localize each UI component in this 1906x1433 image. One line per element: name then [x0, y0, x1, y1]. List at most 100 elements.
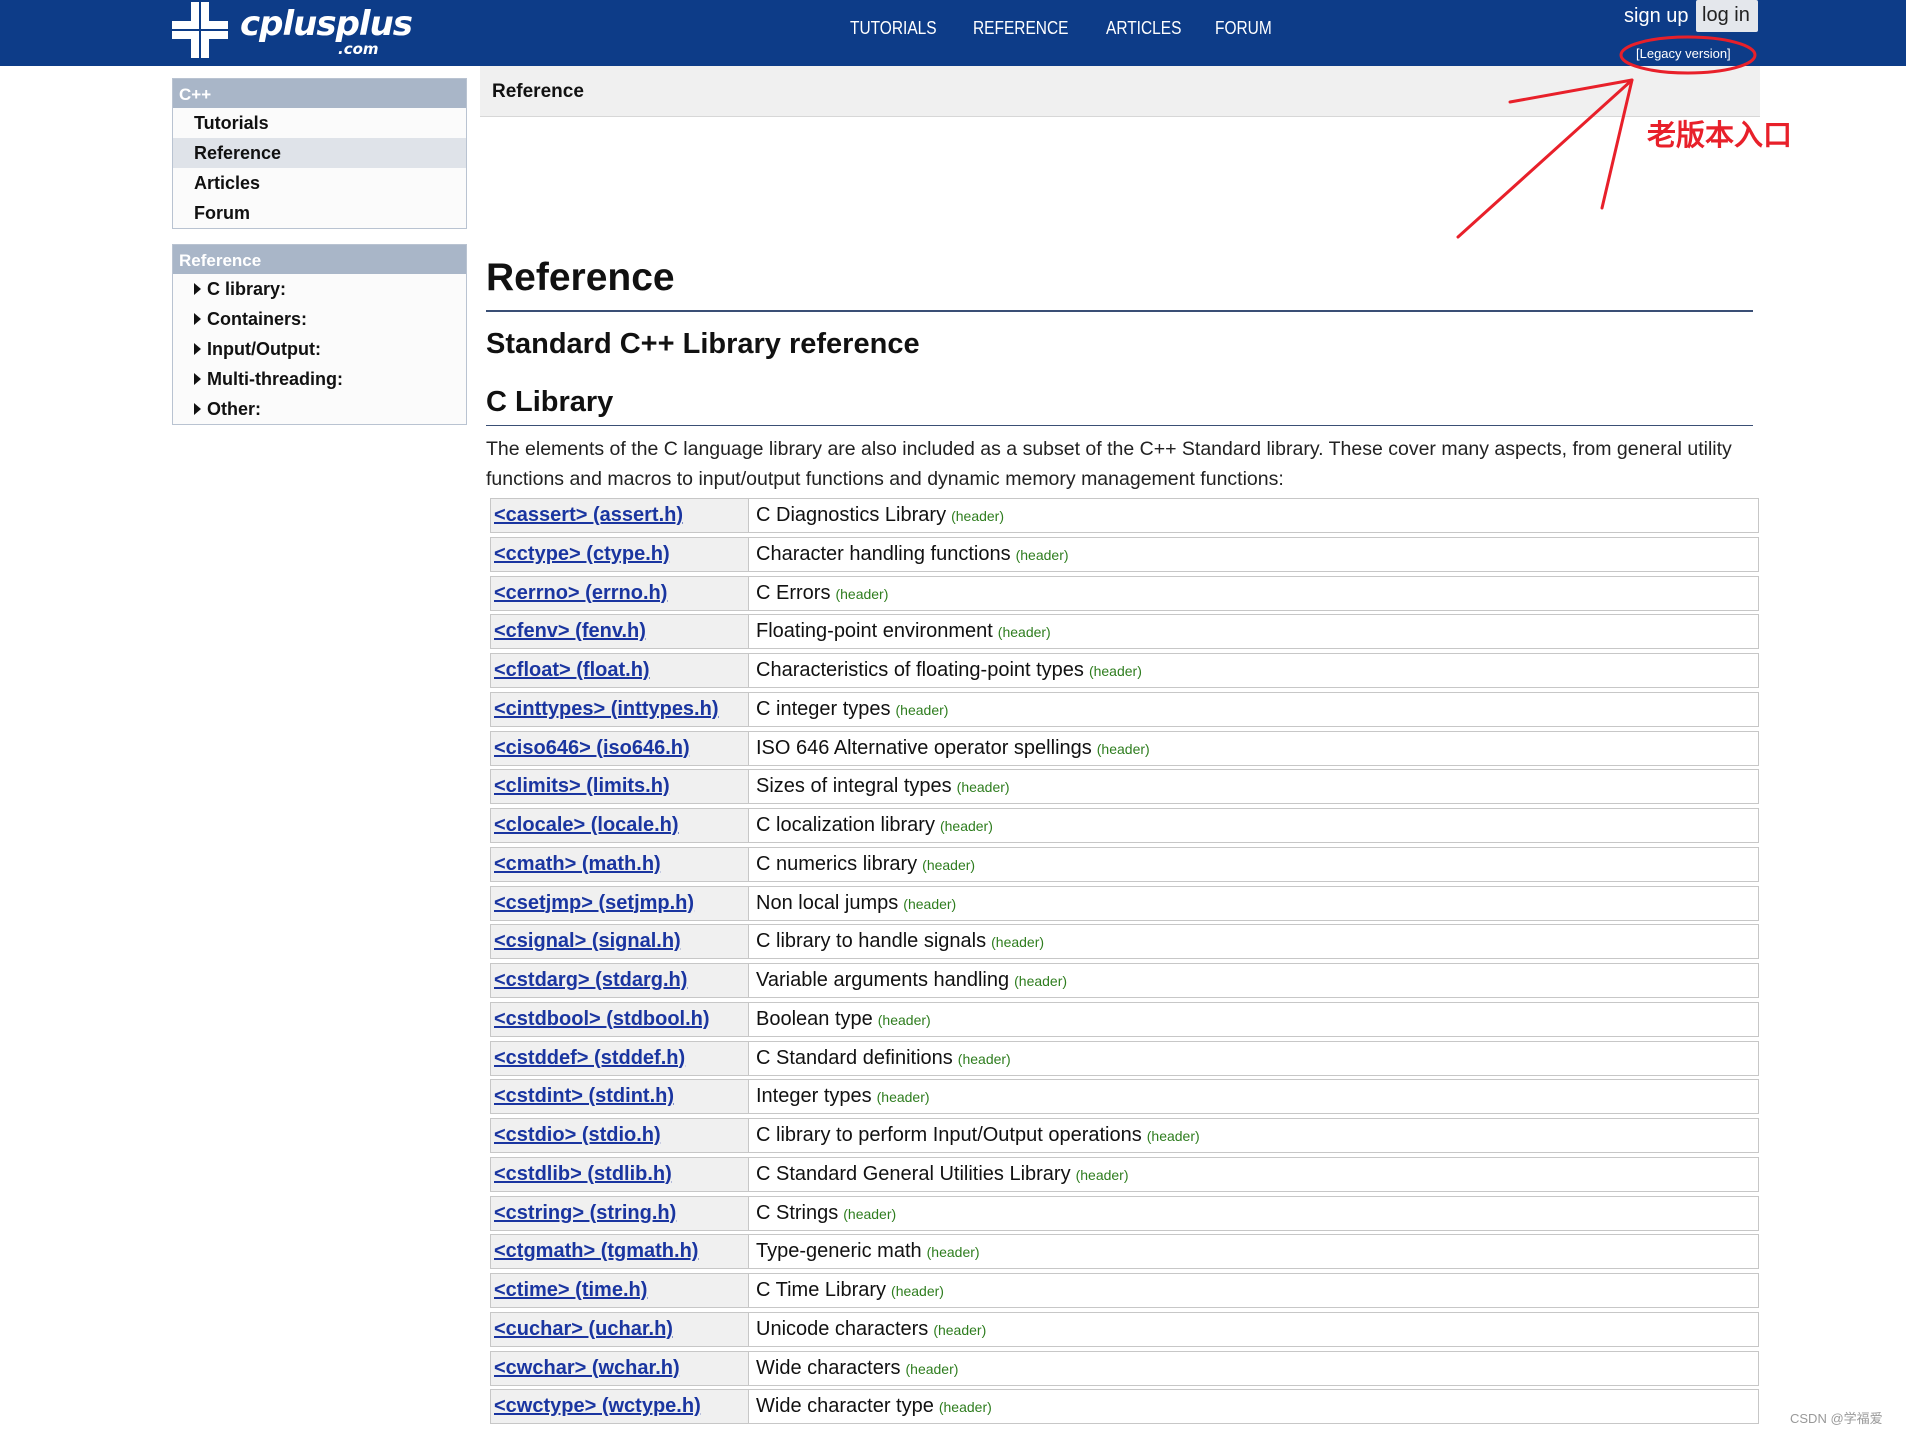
library-link[interactable]: <cstdio> (stdio.h) — [494, 1124, 661, 1146]
library-description: C Diagnostics Library — [756, 504, 947, 526]
header-tag: (header) — [905, 1360, 959, 1377]
library-link[interactable]: <climits> (limits.h) — [494, 775, 670, 797]
library-link[interactable]: <cinttypes> (inttypes.h) — [494, 698, 719, 720]
nav-forum[interactable]: FORUM — [1215, 18, 1272, 39]
library-name-cell: <cctype> (ctype.h) — [491, 537, 749, 571]
table-row: <csignal> (signal.h) C library to handle … — [490, 924, 1759, 960]
header-tag: (header) — [895, 701, 949, 718]
table-row: <cerrno> (errno.h) C Errors (header) — [490, 575, 1759, 611]
library-description: Character handling functions — [756, 542, 1011, 565]
library-description: C Strings — [756, 1201, 839, 1224]
legacy-version-link[interactable]: [Legacy version] — [1636, 46, 1731, 61]
library-description: Integer types — [756, 1085, 872, 1108]
library-name-cell: <cstdbool> (stdbool.h) — [491, 1002, 749, 1036]
section-divider — [486, 425, 1753, 426]
signup-link[interactable]: sign up — [1624, 5, 1689, 28]
header-tag: (header) — [903, 895, 957, 912]
library-description: C Standard General Utilities Library — [756, 1162, 1071, 1185]
sidebar-cat-multi-threading[interactable]: Multi-threading: — [173, 364, 466, 394]
library-description: Non local jumps — [756, 891, 899, 914]
table-row: <cfenv> (fenv.h) Floating-point environme… — [490, 614, 1759, 650]
table-row: <clocale> (locale.h) C localization libra… — [490, 808, 1759, 843]
library-name-cell: <cstdint> (stdint.h) — [491, 1080, 749, 1114]
library-description: Sizes of integral types — [756, 775, 952, 798]
top-bar: cplusplus .com TUTORIALS REFERENCE ARTIC… — [0, 0, 1906, 66]
library-link[interactable]: <cstring> (string.h) — [494, 1202, 676, 1224]
library-name-cell: <cmath> (math.h) — [491, 847, 749, 881]
table-row: <ctgmath> (tgmath.h) Type-generic math (he… — [490, 1234, 1759, 1270]
header-tag: (header) — [876, 1089, 930, 1106]
sidebar-cat-containers[interactable]: Containers: — [173, 304, 466, 334]
sidebar-item-tutorials[interactable]: Tutorials — [173, 108, 466, 138]
library-link[interactable]: <cwctype> (wctype.h) — [494, 1395, 701, 1417]
nav-tutorials[interactable]: TUTORIALS — [850, 18, 937, 39]
library-description: Wide character type — [756, 1395, 934, 1418]
library-link[interactable]: <clocale> (locale.h) — [494, 814, 679, 836]
library-description: C integer types — [756, 697, 891, 720]
nav-reference[interactable]: REFERENCE — [973, 18, 1068, 39]
library-description: Wide characters — [756, 1356, 901, 1379]
table-row: <cstring> (string.h) C Strings (header) — [490, 1195, 1759, 1231]
sidebar-cat-label: Other: — [207, 399, 261, 419]
nav-articles[interactable]: ARTICLES — [1106, 18, 1181, 39]
library-name-cell: <ctime> (time.h) — [491, 1274, 749, 1307]
library-description: Floating-point environment — [756, 620, 993, 643]
library-link[interactable]: <cmath> (math.h) — [494, 853, 661, 875]
header-tag: (header) — [1146, 1128, 1200, 1144]
sidebar-cat-c-library[interactable]: C library: — [173, 274, 466, 304]
library-name-cell: <cstdarg> (stdarg.h) — [491, 964, 749, 997]
sidebar-cat-other[interactable]: Other: — [173, 394, 466, 424]
library-description: C Errors — [756, 581, 831, 604]
expand-arrow-icon — [194, 283, 201, 295]
library-name-cell: <cstdio> (stdio.h) — [491, 1119, 749, 1152]
library-description: C Standard definitions — [756, 1046, 953, 1069]
library-link[interactable]: <ciso646> (iso646.h) — [494, 737, 690, 759]
expand-arrow-icon — [194, 313, 201, 325]
library-link[interactable]: <cstdint> (stdint.h) — [494, 1085, 674, 1107]
header-tag: (header) — [997, 624, 1051, 641]
sidebar-cat-input-output[interactable]: Input/Output: — [173, 334, 466, 364]
library-link[interactable]: <cuchar> (uchar.h) — [494, 1318, 673, 1340]
sidebar-cat-label: C library: — [207, 279, 287, 299]
sidebar-item-reference[interactable]: Reference — [173, 138, 466, 168]
library-link[interactable]: <cctype> (ctype.h) — [494, 543, 670, 565]
header-tag: (header) — [951, 508, 1004, 524]
table-row: <cstdint> (stdint.h) Integer types (header… — [490, 1079, 1759, 1115]
library-name-cell: <clocale> (locale.h) — [491, 809, 749, 842]
library-desc-cell: C integer types (header) — [751, 693, 948, 726]
table-row: <cctype> (ctype.h) Character handling fun… — [490, 536, 1759, 572]
sidebar-item-articles[interactable]: Articles — [173, 168, 466, 198]
library-description: Type-generic math — [756, 1240, 922, 1263]
library-link[interactable]: <cassert> (assert.h) — [494, 504, 683, 526]
library-link[interactable]: <cstdbool> (stdbool.h) — [494, 1008, 710, 1030]
library-desc-cell: C Diagnostics Library (header) — [751, 499, 1004, 532]
library-link[interactable]: <csignal> (signal.h) — [494, 930, 681, 952]
library-name-cell: <climits> (limits.h) — [491, 770, 749, 804]
library-name-cell: <csetjmp> (setjmp.h) — [491, 886, 749, 920]
login-button[interactable]: log in — [1696, 0, 1758, 32]
library-link[interactable]: <cfloat> (float.h) — [494, 659, 650, 681]
header-tag: (header) — [991, 934, 1045, 951]
library-desc-cell: C library to handle signals (header) — [751, 925, 1044, 958]
library-name-cell: <cuchar> (uchar.h) — [491, 1312, 749, 1346]
table-row: <cstdarg> (stdarg.h) Variable arguments h… — [490, 963, 1759, 998]
sidebar-cat-label: Input/Output: — [207, 339, 321, 359]
table-row: <cwchar> (wchar.h) Wide characters (header… — [490, 1350, 1759, 1386]
library-link[interactable]: <cfenv> (fenv.h) — [494, 620, 646, 642]
library-link[interactable]: <ctime> (time.h) — [494, 1279, 647, 1301]
table-row: <csetjmp> (setjmp.h) Non local jumps (head… — [490, 885, 1759, 921]
site-logo[interactable]: cplusplus .com — [172, 2, 413, 60]
library-link[interactable]: <ctgmath> (tgmath.h) — [494, 1240, 698, 1262]
library-link[interactable]: <csetjmp> (setjmp.h) — [494, 892, 694, 914]
library-link[interactable]: <cstdarg> (stdarg.h) — [494, 969, 687, 991]
library-link[interactable]: <cerrno> (errno.h) — [494, 582, 667, 604]
sidebar-reference-box: Reference C library: Containers: Input/O… — [172, 244, 467, 425]
sidebar-item-forum[interactable]: Forum — [173, 198, 466, 228]
expand-arrow-icon — [194, 373, 201, 385]
header-tag: (header) — [938, 1399, 992, 1416]
header-tag: (header) — [926, 1244, 980, 1261]
library-link[interactable]: <cstddef> (stddef.h) — [494, 1047, 685, 1069]
library-link[interactable]: <cwchar> (wchar.h) — [494, 1357, 680, 1379]
title-divider — [486, 310, 1753, 312]
library-link[interactable]: <cstdlib> (stdlib.h) — [494, 1163, 672, 1185]
